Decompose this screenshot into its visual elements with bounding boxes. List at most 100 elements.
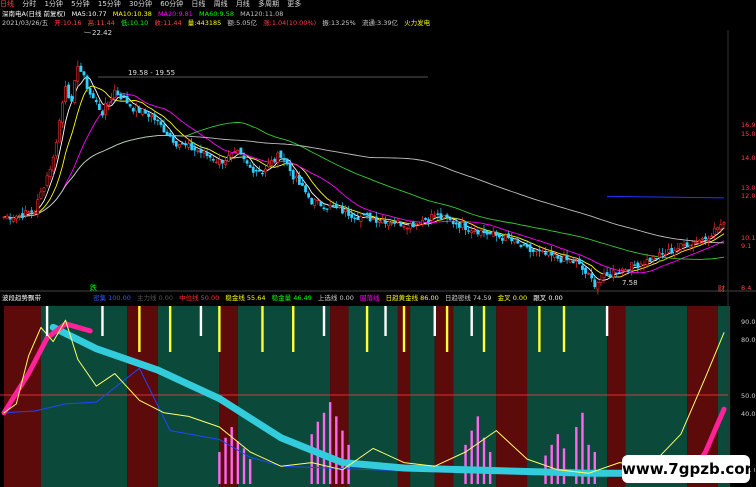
candle-body — [642, 264, 646, 266]
candle-body — [67, 84, 71, 99]
candle-body — [587, 273, 591, 275]
candle-body — [297, 174, 301, 185]
candle-body — [54, 142, 58, 157]
candle-body — [436, 213, 440, 215]
candle-body — [181, 143, 184, 145]
candle-body — [331, 205, 335, 207]
candle-body — [70, 95, 74, 102]
candle-body — [307, 193, 311, 198]
candle-body — [150, 114, 154, 118]
candle-body — [417, 224, 421, 226]
candle-body — [670, 247, 674, 254]
volume-bar — [476, 416, 480, 484]
candle-body — [227, 155, 231, 162]
axis-main-2: 14.0 — [741, 154, 755, 162]
candle-body — [224, 160, 227, 165]
candle-body — [704, 236, 707, 240]
candle-body — [627, 269, 631, 272]
candle-body — [24, 210, 27, 216]
candle-body — [14, 215, 18, 219]
volume-bar — [224, 437, 227, 484]
candle-body — [242, 155, 246, 160]
candle-body — [657, 252, 661, 258]
candle-body — [479, 230, 483, 236]
ma20-line — [3, 93, 725, 274]
candle-body — [30, 210, 34, 213]
candle-body — [353, 217, 357, 220]
candle-body — [516, 240, 520, 244]
indicator-item-7: 日趋黄金线 86.00 — [385, 294, 439, 302]
candle-body — [599, 279, 603, 283]
candle-body — [414, 222, 418, 225]
candle-body — [553, 254, 557, 258]
candle-body — [488, 231, 492, 235]
candle-body — [605, 272, 609, 275]
candle-body — [602, 273, 606, 279]
volume-bar — [310, 434, 313, 484]
candle-body — [707, 238, 711, 241]
candle-body — [442, 214, 446, 218]
candle-body — [636, 262, 640, 269]
trend-zone — [237, 306, 331, 487]
candle-body — [384, 221, 387, 224]
candle-body — [248, 164, 252, 168]
mid-label: 19.58 - 19.55 — [128, 69, 175, 77]
candle-body — [116, 90, 120, 96]
candle-body — [381, 219, 384, 224]
candle-body — [457, 222, 461, 228]
candle-body — [550, 251, 554, 256]
candle-body — [470, 230, 474, 233]
candle-body — [104, 102, 107, 115]
low-label: 7.58 — [622, 279, 638, 287]
candle-body — [57, 120, 61, 143]
candle-body — [279, 150, 283, 158]
axis-main-4: 12.0 — [741, 192, 755, 200]
candle-body — [722, 222, 726, 225]
candle-body — [344, 209, 347, 213]
volume-bar — [341, 430, 344, 484]
candle-body — [291, 170, 295, 180]
candle-body — [122, 96, 126, 98]
candle-body — [645, 259, 649, 266]
candle-body — [679, 243, 683, 250]
candle-body — [688, 245, 692, 248]
candle-body — [245, 160, 249, 164]
candle-body — [264, 168, 267, 173]
candle-body — [621, 268, 624, 271]
axis-sub-1: 80.0 — [741, 336, 755, 344]
candle-body — [239, 147, 243, 155]
candle-body — [608, 274, 612, 278]
kline-chart[interactable]: 22.42 19.58 - 19.55 7.58 跌 财 16.9 15.0 1… — [0, 0, 756, 487]
candle-body — [664, 253, 667, 256]
candle-body — [461, 221, 464, 228]
candle-body — [473, 230, 477, 232]
volume-bar — [218, 451, 221, 484]
candle-body — [214, 161, 218, 164]
candle-body — [94, 100, 98, 103]
candle-body — [156, 119, 160, 122]
indicator-legend: 波段趋势飘带 密集 100.00 主力线 0.00 中位线 50.00 稳金线 … — [2, 294, 567, 302]
candle-body — [451, 221, 455, 225]
candle-body — [236, 150, 240, 154]
candle-body — [402, 225, 406, 228]
candle-body — [596, 282, 600, 290]
signal-tick-yellow — [482, 306, 486, 352]
indicator-name: 波段趋势飘带 — [2, 294, 41, 302]
candle-body — [193, 147, 197, 151]
candle-body — [288, 162, 292, 172]
signal-tick-yellow — [168, 306, 172, 352]
candle-body — [537, 249, 541, 252]
candle-body — [276, 152, 280, 163]
candle-body — [2, 216, 6, 219]
volume-bar — [248, 459, 252, 484]
signal-tick-yellow — [138, 306, 141, 352]
axis-main-7: 8.4 — [741, 284, 751, 292]
candle-body — [27, 211, 31, 213]
indicator-item-8: 日趋密线 74.59 — [444, 294, 492, 302]
signal-tick-white — [470, 306, 473, 336]
signal-tick-yellow — [445, 306, 449, 352]
candle-body — [113, 89, 117, 99]
candle-body — [614, 272, 618, 275]
candle-body — [365, 213, 369, 216]
candle-body — [85, 75, 89, 89]
